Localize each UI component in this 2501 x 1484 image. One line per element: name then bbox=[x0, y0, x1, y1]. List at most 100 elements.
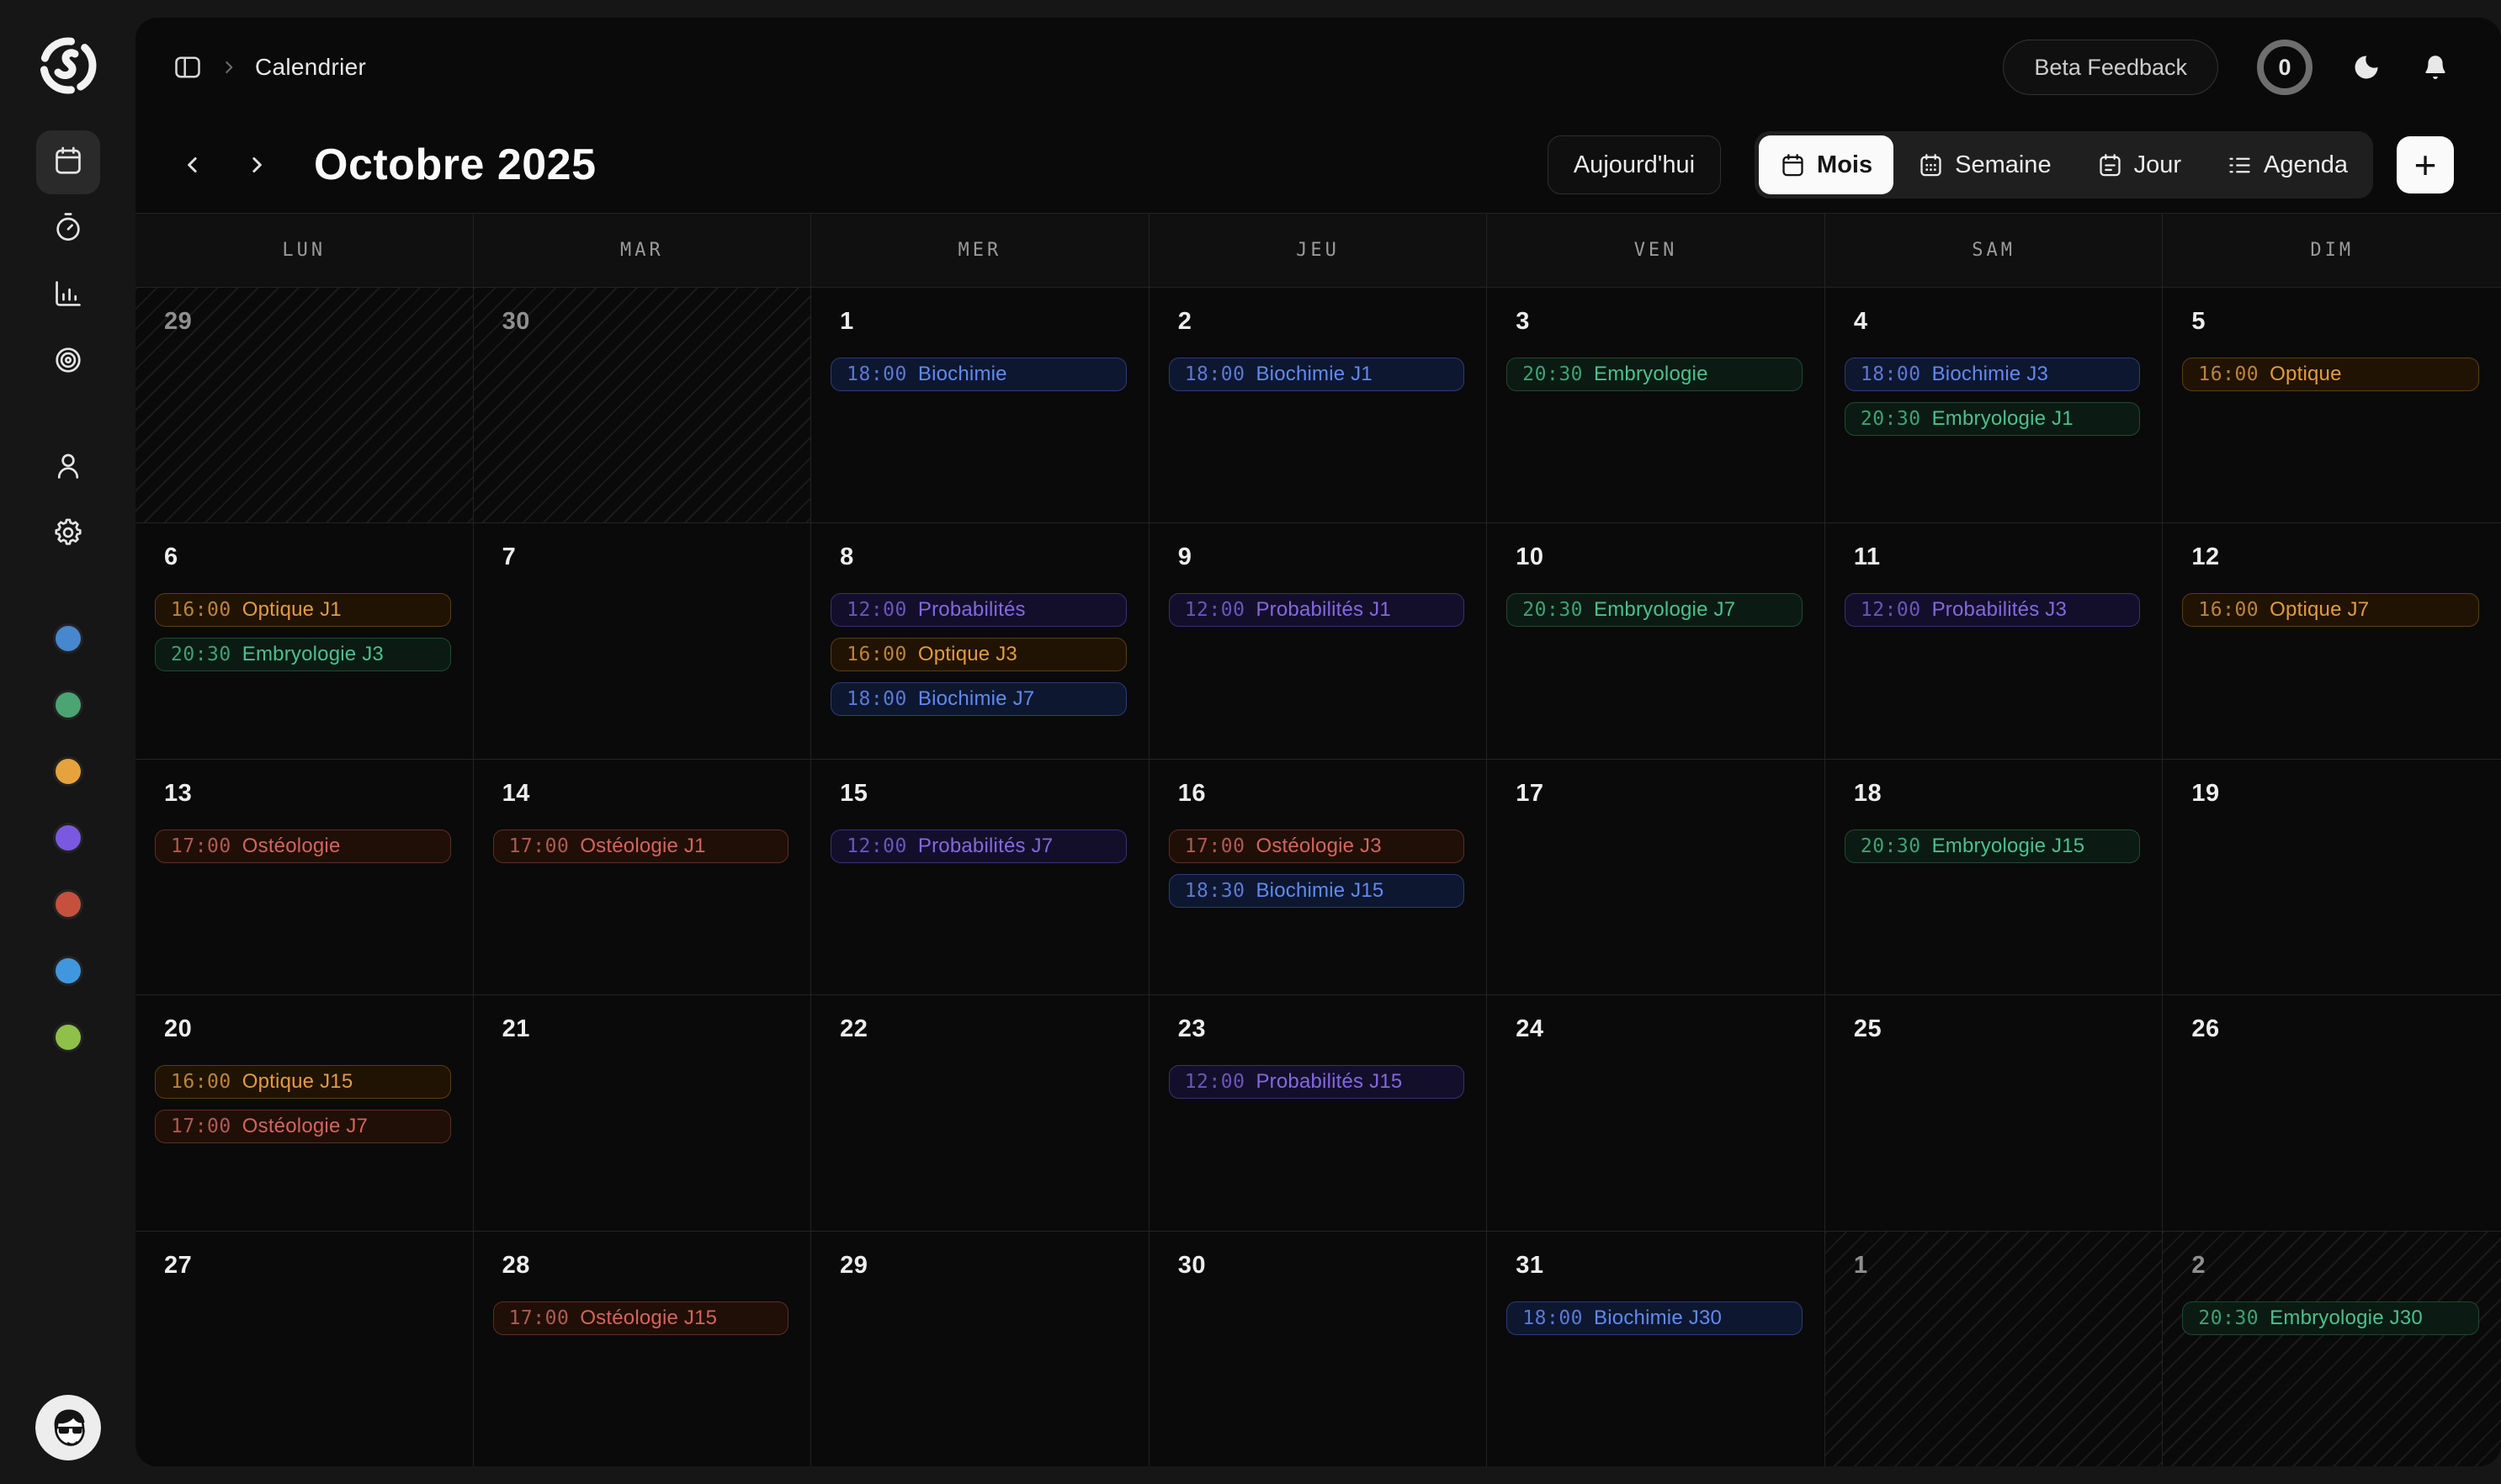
day-cell[interactable]: 118:00Biochimie bbox=[811, 287, 1150, 522]
event-chip[interactable]: 17:00Ostéologie J3 bbox=[1169, 829, 1465, 863]
calendar-color-dot[interactable] bbox=[56, 1025, 81, 1050]
next-month-button[interactable] bbox=[236, 145, 277, 185]
day-cell[interactable]: 1512:00Probabilités J7 bbox=[811, 759, 1150, 994]
counter-badge[interactable]: 0 bbox=[2257, 40, 2312, 95]
view-button-agenda[interactable]: Agenda bbox=[2206, 135, 2369, 194]
user-avatar[interactable] bbox=[35, 1395, 101, 1460]
day-cell[interactable]: 218:00Biochimie J1 bbox=[1150, 287, 1488, 522]
day-cell[interactable]: 17 bbox=[1487, 759, 1825, 994]
day-cell[interactable]: 220:30Embryologie J30 bbox=[2163, 1231, 2501, 1466]
day-cell[interactable]: 7 bbox=[474, 522, 812, 758]
day-cell[interactable]: 2312:00Probabilités J15 bbox=[1150, 994, 1488, 1230]
day-cell[interactable]: 30 bbox=[1150, 1231, 1488, 1466]
event-title: Ostéologie bbox=[242, 835, 341, 858]
event-chip[interactable]: 17:00Ostéologie J7 bbox=[155, 1110, 451, 1143]
event-chip[interactable]: 16:00Optique J1 bbox=[155, 593, 451, 627]
event-chip[interactable]: 18:00Biochimie J7 bbox=[831, 682, 1127, 716]
today-button[interactable]: Aujourd'hui bbox=[1548, 135, 1721, 194]
calendar-color-dot[interactable] bbox=[56, 892, 81, 917]
event-chip[interactable]: 20:30Embryologie J3 bbox=[155, 638, 451, 671]
event-chip[interactable]: 12:00Probabilités J7 bbox=[831, 829, 1127, 863]
day-cell[interactable]: 1216:00Optique J7 bbox=[2163, 522, 2501, 758]
notifications-bell-icon[interactable] bbox=[2420, 52, 2451, 82]
view-switcher: MoisSemaineJourAgenda bbox=[1755, 131, 2373, 199]
event-chip[interactable]: 12:00Probabilités J15 bbox=[1169, 1065, 1465, 1099]
add-event-button[interactable]: + bbox=[2397, 136, 2454, 193]
day-cell[interactable]: 3118:00Biochimie J30 bbox=[1487, 1231, 1825, 1466]
event-chip[interactable]: 18:00Biochimie J1 bbox=[1169, 358, 1465, 391]
event-chip[interactable]: 16:00Optique J7 bbox=[2182, 593, 2479, 627]
day-cell[interactable]: 320:30Embryologie bbox=[1487, 287, 1825, 522]
calendar-color-dot[interactable] bbox=[56, 626, 81, 651]
prev-month-button[interactable] bbox=[173, 145, 213, 185]
day-cell[interactable]: 25 bbox=[1825, 994, 2164, 1230]
day-cell[interactable]: 1 bbox=[1825, 1231, 2164, 1466]
day-cell[interactable]: 1617:00Ostéologie J318:30Biochimie J15 bbox=[1150, 759, 1488, 994]
day-cell[interactable]: 19 bbox=[2163, 759, 2501, 994]
dark-mode-moon-icon[interactable] bbox=[2351, 52, 2382, 82]
event-chip[interactable]: 17:00Ostéologie J15 bbox=[493, 1301, 789, 1335]
sidebar-item-calendar[interactable] bbox=[36, 130, 100, 194]
day-cell[interactable]: 1417:00Ostéologie J1 bbox=[474, 759, 812, 994]
event-chip[interactable]: 18:00Biochimie bbox=[831, 358, 1127, 391]
day-cell[interactable]: 22 bbox=[811, 994, 1150, 1230]
day-cell[interactable]: 2817:00Ostéologie J15 bbox=[474, 1231, 812, 1466]
event-chip[interactable]: 20:30Embryologie bbox=[1506, 358, 1803, 391]
event-chip[interactable]: 18:00Biochimie J30 bbox=[1506, 1301, 1803, 1335]
day-cell[interactable]: 418:00Biochimie J320:30Embryologie J1 bbox=[1825, 287, 2164, 522]
day-cell[interactable]: 1317:00Ostéologie bbox=[135, 759, 474, 994]
day-cell[interactable]: 26 bbox=[2163, 994, 2501, 1230]
calendar-color-dot[interactable] bbox=[56, 759, 81, 784]
event-chip[interactable]: 12:00Probabilités bbox=[831, 593, 1127, 627]
calendar-color-dot[interactable] bbox=[56, 958, 81, 983]
event-time: 18:00 bbox=[1185, 363, 1245, 385]
event-title: Embryologie J3 bbox=[242, 643, 384, 666]
day-cell[interactable]: 24 bbox=[1487, 994, 1825, 1230]
app-logo-icon[interactable] bbox=[35, 32, 102, 99]
day-cell[interactable]: 2016:00Optique J1517:00Ostéologie J7 bbox=[135, 994, 474, 1230]
day-number: 1 bbox=[1854, 1252, 2141, 1280]
day-cell[interactable]: 912:00Probabilités J1 bbox=[1150, 522, 1488, 758]
sidebar-item-chart[interactable] bbox=[36, 263, 100, 327]
event-list: 12:00Probabilités J3 bbox=[1845, 593, 2141, 627]
day-cell[interactable]: 616:00Optique J120:30Embryologie J3 bbox=[135, 522, 474, 758]
weekday-header: DIM bbox=[2163, 213, 2501, 287]
event-chip[interactable]: 16:00Optique bbox=[2182, 358, 2479, 391]
event-chip[interactable]: 18:00Biochimie J3 bbox=[1845, 358, 2141, 391]
event-title: Optique J3 bbox=[918, 643, 1017, 666]
day-cell[interactable]: 812:00Probabilités16:00Optique J318:00Bi… bbox=[811, 522, 1150, 758]
view-button-jour[interactable]: Jour bbox=[2076, 135, 2202, 194]
event-chip[interactable]: 17:00Ostéologie J1 bbox=[493, 829, 789, 863]
day-cell[interactable]: 1020:30Embryologie J7 bbox=[1487, 522, 1825, 758]
event-chip[interactable]: 20:30Embryologie J30 bbox=[2182, 1301, 2479, 1335]
event-chip[interactable]: 12:00Probabilités J1 bbox=[1169, 593, 1465, 627]
day-cell[interactable]: 29 bbox=[811, 1231, 1150, 1466]
day-cell[interactable]: 27 bbox=[135, 1231, 474, 1466]
view-button-mois[interactable]: Mois bbox=[1759, 135, 1893, 194]
sidebar-item-settings[interactable] bbox=[36, 502, 100, 566]
event-chip[interactable]: 17:00Ostéologie bbox=[155, 829, 451, 863]
event-chip[interactable]: 20:30Embryologie J15 bbox=[1845, 829, 2141, 863]
beta-feedback-button[interactable]: Beta Feedback bbox=[2003, 40, 2218, 95]
day-cell[interactable]: 30 bbox=[474, 287, 812, 522]
event-chip[interactable]: 20:30Embryologie J1 bbox=[1845, 402, 2141, 436]
day-cell[interactable]: 29 bbox=[135, 287, 474, 522]
day-cell[interactable]: 21 bbox=[474, 994, 812, 1230]
event-chip[interactable]: 16:00Optique J3 bbox=[831, 638, 1127, 671]
calendar-color-dot[interactable] bbox=[56, 692, 81, 718]
sidebar-item-user[interactable] bbox=[36, 436, 100, 500]
view-button-semaine[interactable]: Semaine bbox=[1897, 135, 2072, 194]
sidebar-toggle-icon[interactable] bbox=[173, 52, 203, 82]
event-chip[interactable]: 12:00Probabilités J3 bbox=[1845, 593, 2141, 627]
event-chip[interactable]: 16:00Optique J15 bbox=[155, 1065, 451, 1099]
sidebar-item-target[interactable] bbox=[36, 330, 100, 394]
day-cell[interactable]: 516:00Optique bbox=[2163, 287, 2501, 522]
day-cell[interactable]: 1820:30Embryologie J15 bbox=[1825, 759, 2164, 994]
calendar-color-dot[interactable] bbox=[56, 825, 81, 851]
day-number: 29 bbox=[164, 308, 451, 336]
event-chip[interactable]: 18:30Biochimie J15 bbox=[1169, 874, 1465, 908]
event-chip[interactable]: 20:30Embryologie J7 bbox=[1506, 593, 1803, 627]
event-title: Probabilités J7 bbox=[918, 835, 1053, 858]
sidebar-item-timer[interactable] bbox=[36, 197, 100, 261]
day-cell[interactable]: 1112:00Probabilités J3 bbox=[1825, 522, 2164, 758]
